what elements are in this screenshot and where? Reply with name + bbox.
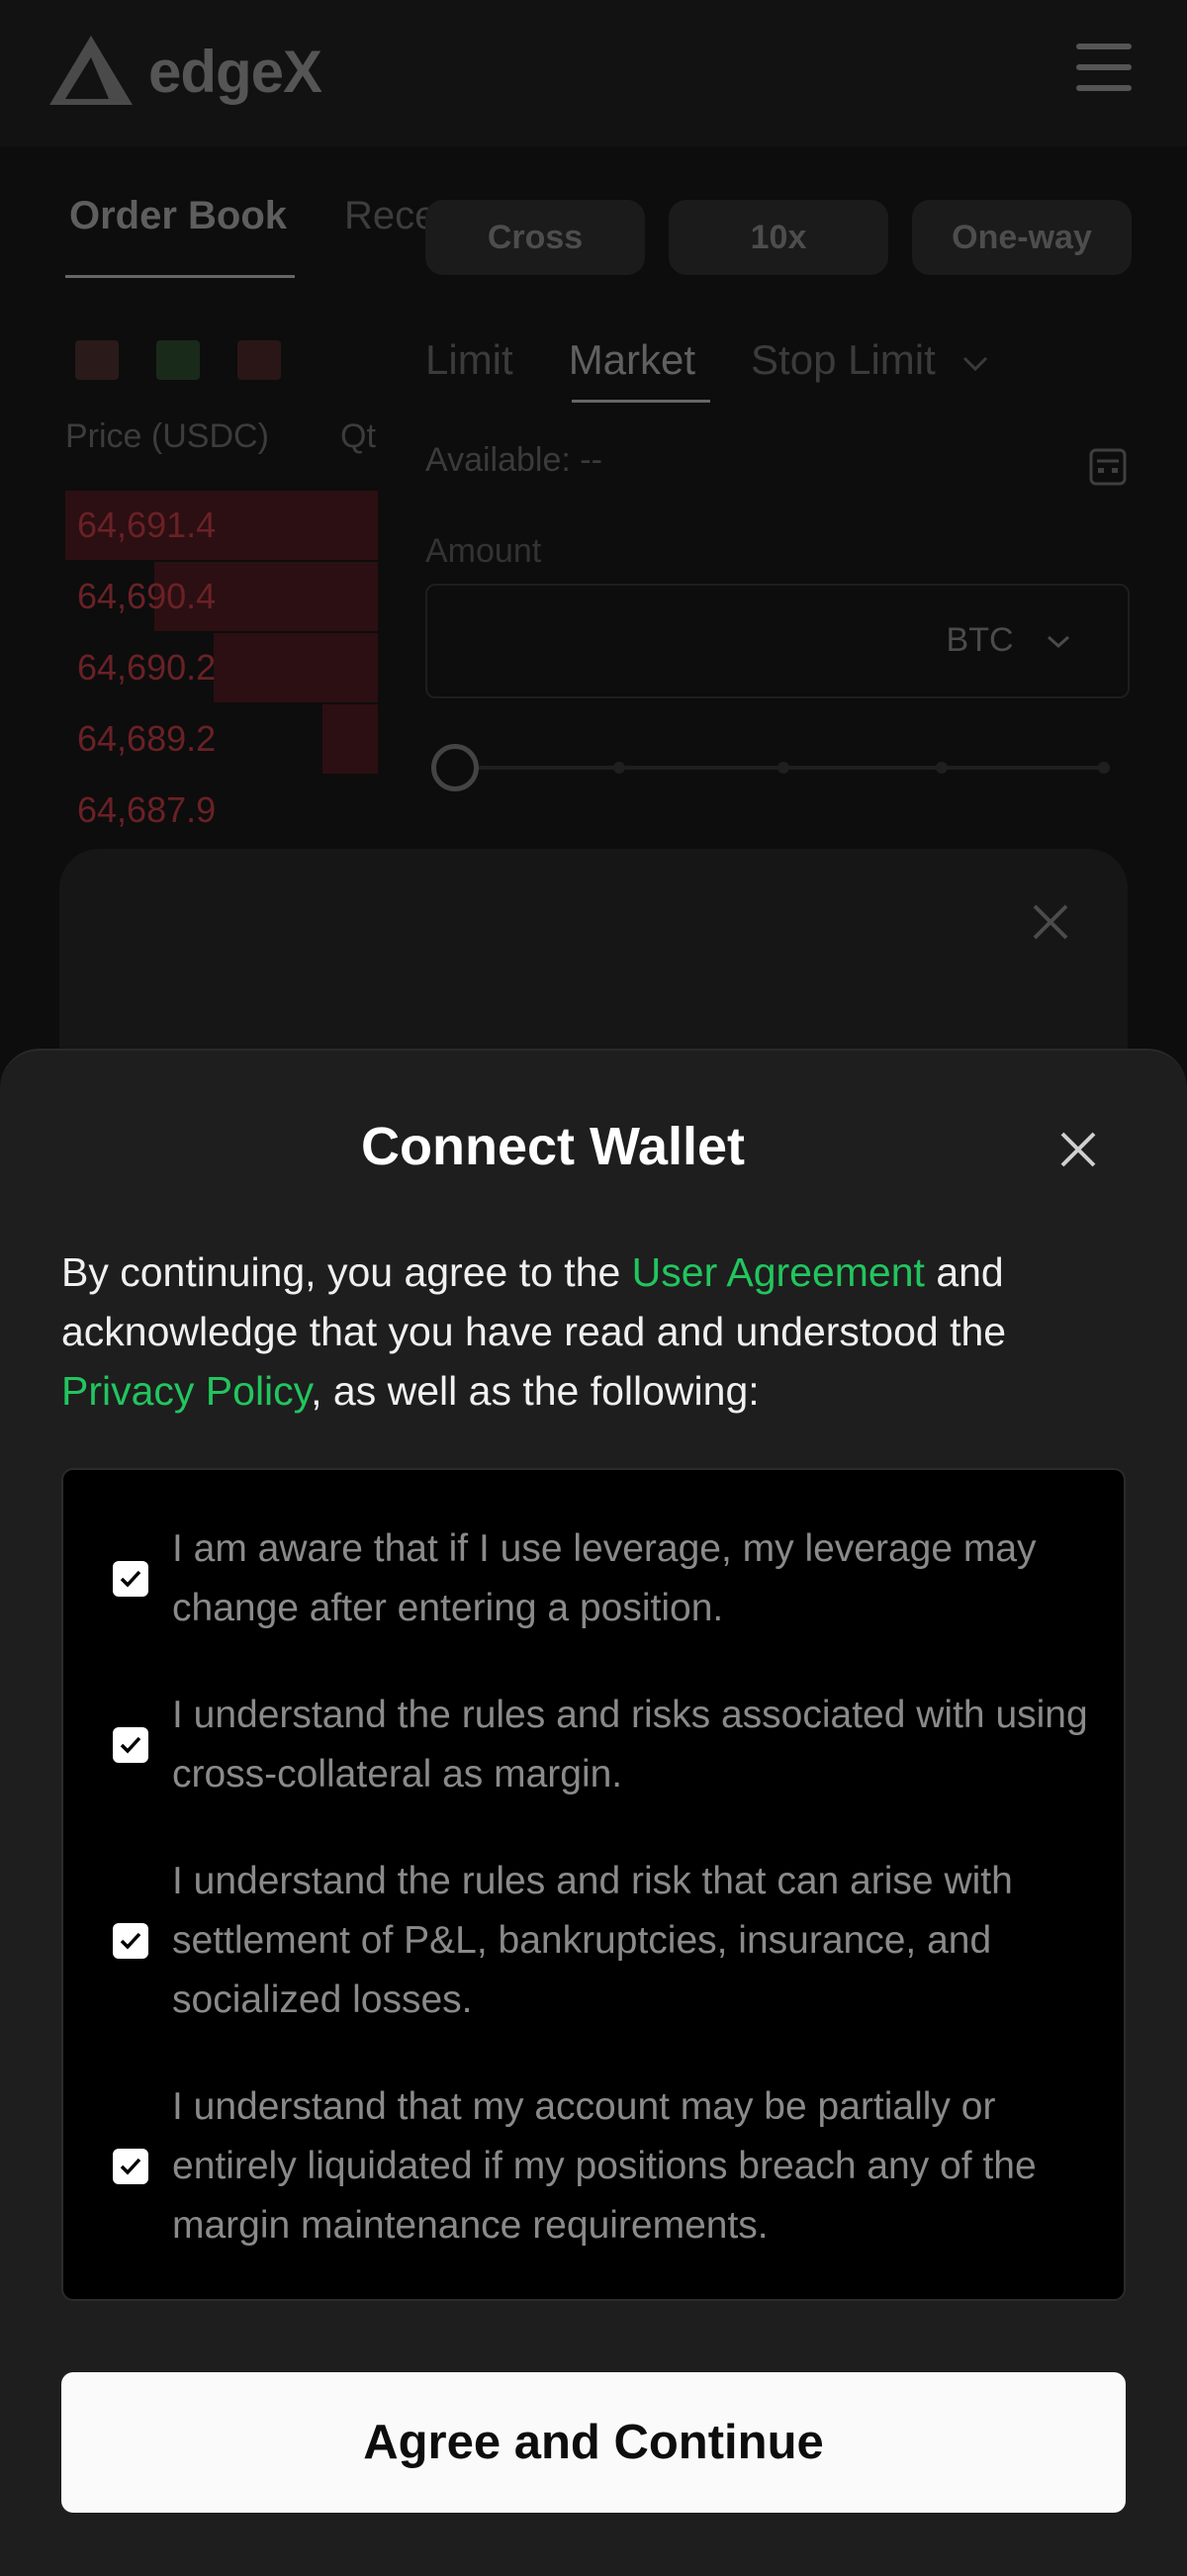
tab-underline [65, 275, 295, 278]
slider-tick [777, 762, 789, 774]
user-agreement-link[interactable]: User Agreement [632, 1249, 925, 1295]
checkbox-checked-icon[interactable] [113, 2149, 148, 2184]
privacy-policy-link[interactable]: Privacy Policy [61, 1368, 311, 1414]
intro-text: By continuing, you agree to the [61, 1249, 632, 1295]
acknowledgement-list: I am aware that if I use leverage, my le… [61, 1468, 1126, 2301]
checkbox-checked-icon[interactable] [113, 1727, 148, 1763]
edgex-logo-icon [49, 36, 133, 105]
ask-price: 64,689.2 [77, 718, 217, 759]
tab-stop-limit[interactable]: Stop Limit [751, 336, 990, 384]
orderbook-qty-header: Qt [340, 417, 376, 455]
acknowledgement-item[interactable]: I understand the rules and risk that can… [63, 1852, 1128, 2030]
agreement-intro: By continuing, you agree to the User Agr… [61, 1242, 1140, 1421]
orderbook-ask-row[interactable]: 64,687.9 [65, 776, 378, 845]
acknowledgement-text: I am aware that if I use leverage, my le… [172, 1527, 1037, 1629]
acknowledgement-text: I understand the rules and risk that can… [172, 1860, 1013, 2021]
orderbook-price-header: Price (USDC) [65, 417, 269, 455]
slider-tick [613, 762, 625, 774]
app-header: edgeX [0, 0, 1187, 146]
orderbook-ask-row[interactable]: 64,690.4 [65, 562, 378, 631]
amount-unit-label: BTC [946, 621, 1014, 659]
brand-name: edgeX [148, 38, 322, 105]
available-balance: Available: -- [425, 441, 602, 479]
ask-price: 64,690.2 [77, 647, 217, 688]
ask-price: 64,691.4 [77, 505, 217, 545]
slider-tick [936, 762, 948, 774]
agree-and-continue-button[interactable]: Agree and Continue [61, 2372, 1126, 2513]
calculator-icon[interactable] [1088, 447, 1128, 487]
tab-stop-limit-label: Stop Limit [751, 336, 936, 383]
slider-tick [1098, 762, 1110, 774]
orderbook-ask-row[interactable]: 64,691.4 [65, 491, 378, 560]
checkbox-checked-icon[interactable] [113, 1923, 148, 1959]
connect-wallet-sheet: Connect Wallet By continuing, you agree … [0, 1049, 1187, 2576]
acknowledgement-item[interactable]: I understand the rules and risks associa… [63, 1686, 1128, 1804]
intro-text: , as well as the following: [311, 1368, 760, 1414]
ask-price: 64,687.9 [77, 789, 217, 830]
margin-mode-button[interactable]: Cross [425, 200, 645, 275]
amount-slider-handle[interactable] [431, 744, 479, 791]
tab-market[interactable]: Market [569, 336, 695, 384]
orderbook-filter-asks-icon[interactable] [237, 340, 281, 380]
amount-label: Amount [425, 532, 542, 570]
order-tab-underline [572, 400, 710, 403]
amount-input[interactable]: BTC [425, 584, 1130, 698]
orderbook-filter-both-icon[interactable] [75, 340, 119, 380]
order-type-tabs: Limit Market Stop Limit [425, 336, 1046, 384]
position-mode-button[interactable]: One-way [912, 200, 1132, 275]
sheet-title: Connect Wallet [360, 1117, 746, 1176]
menu-icon[interactable] [1076, 44, 1132, 91]
orderbook-ask-row[interactable]: 64,690.2 [65, 633, 378, 702]
acknowledgement-text: I understand that my account may be part… [172, 2085, 1037, 2247]
acknowledgement-text: I understand the rules and risks associa… [172, 1694, 1088, 1795]
checkbox-checked-icon[interactable] [113, 1561, 148, 1597]
tab-order-book[interactable]: Order Book [69, 194, 287, 238]
brand-logo[interactable]: edgeX [47, 34, 322, 109]
acknowledgement-item[interactable]: I am aware that if I use leverage, my le… [63, 1519, 1128, 1638]
orderbook-ask-row[interactable]: 64,689.2 [65, 704, 378, 774]
chevron-down-icon [1047, 635, 1070, 649]
orderbook-filter-bids-icon[interactable] [156, 340, 200, 380]
acknowledgement-item[interactable]: I understand that my account may be part… [63, 2077, 1128, 2255]
ask-price: 64,690.4 [77, 576, 217, 616]
close-icon[interactable] [1056, 1128, 1100, 1171]
chevron-down-icon [963, 356, 988, 372]
leverage-button[interactable]: 10x [669, 200, 888, 275]
amount-unit-select[interactable]: BTC [947, 621, 1072, 660]
tab-limit[interactable]: Limit [425, 336, 513, 384]
close-icon[interactable] [1029, 900, 1072, 944]
